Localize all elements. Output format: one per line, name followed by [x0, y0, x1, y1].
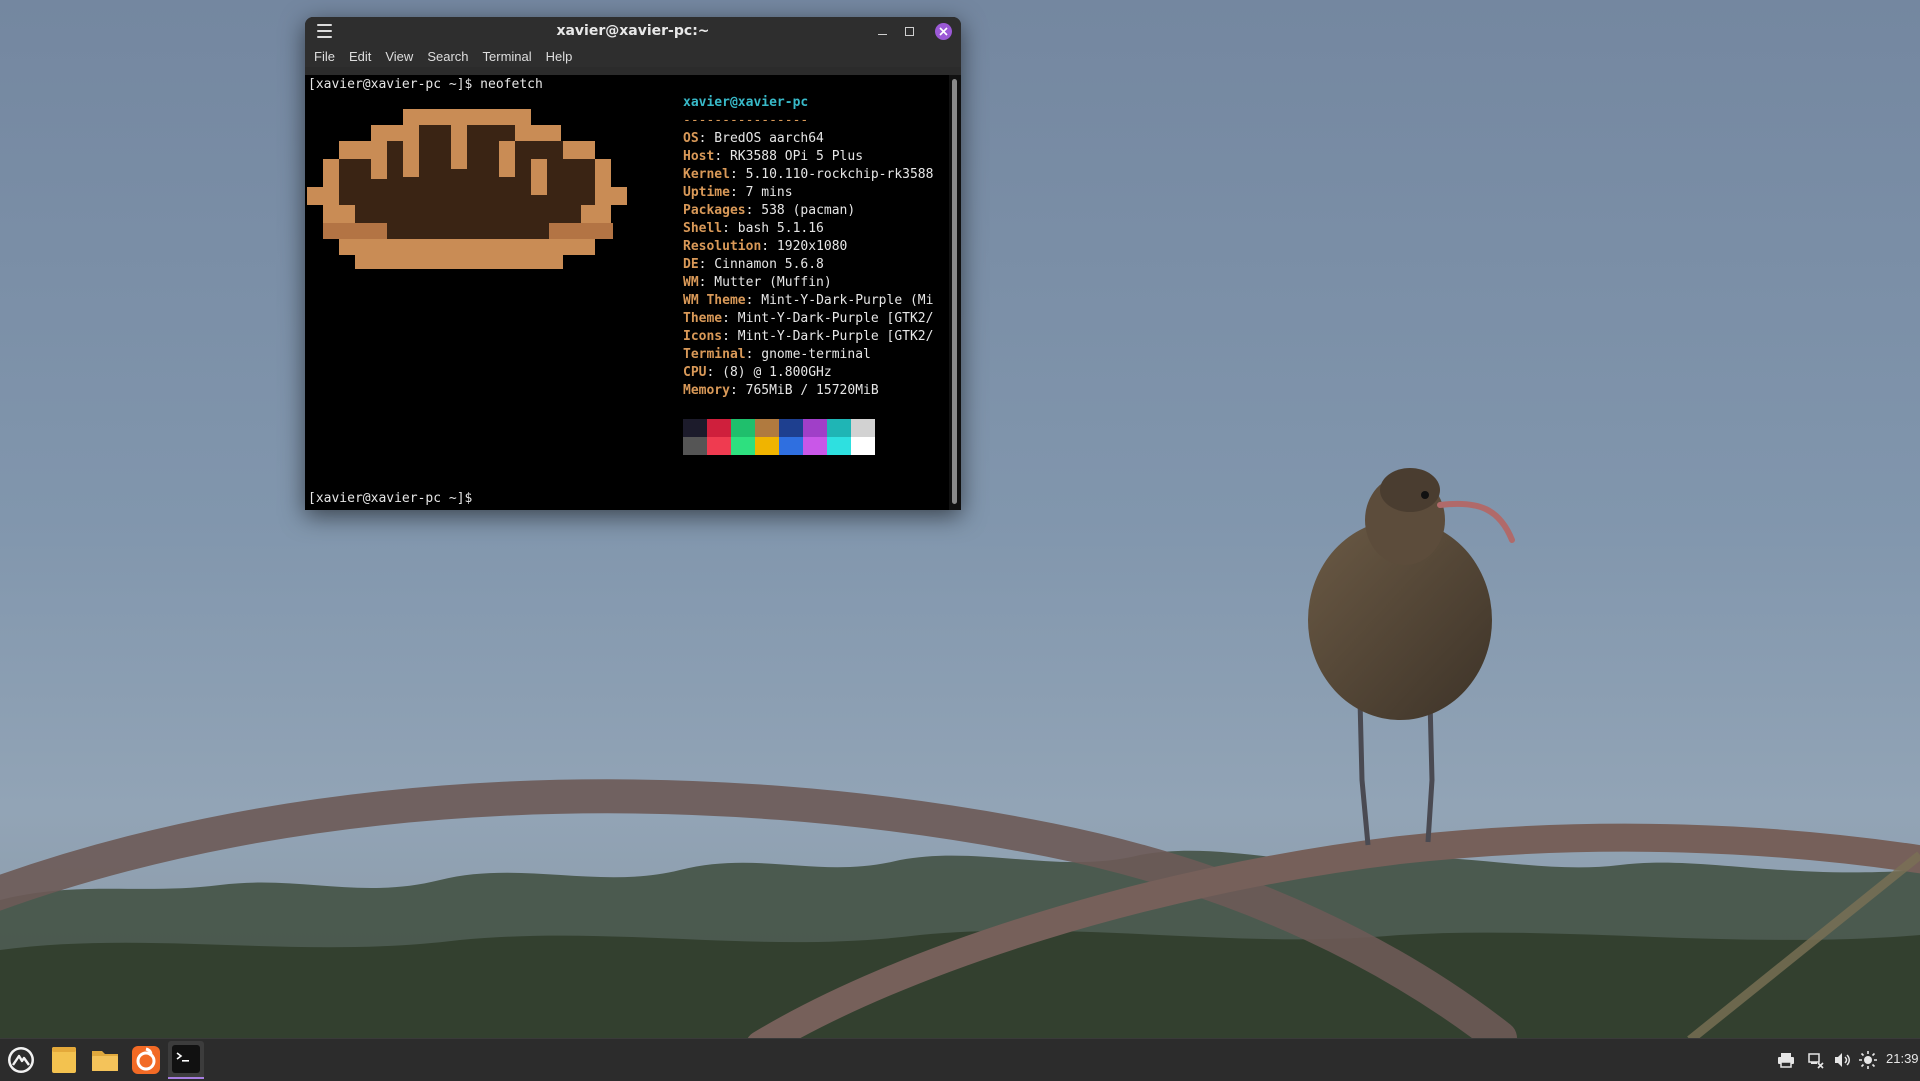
info-value: : Mint-Y-Dark-Purple [GTK2/ [722, 311, 934, 326]
info-value: : gnome-terminal [745, 347, 871, 362]
info-row-packages: Packages: 538 (pacman) [683, 202, 933, 220]
info-row-theme: Theme: Mint-Y-Dark-Purple [GTK2/ [683, 310, 933, 328]
info-value: : bash 5.1.16 [722, 221, 824, 236]
minimize-button[interactable] [874, 23, 891, 40]
bredos-logo-icon [307, 109, 627, 269]
menu-search[interactable]: Search [427, 49, 468, 64]
info-key: Uptime [683, 185, 730, 200]
color-palette [683, 419, 875, 455]
menu-file[interactable]: File [314, 49, 335, 64]
info-key: Shell [683, 221, 723, 236]
palette-swatch [851, 419, 875, 437]
info-key: Host [683, 149, 715, 164]
scrollbar-thumb[interactable] [952, 79, 957, 504]
palette-swatch [827, 419, 851, 437]
command-prompt-current[interactable]: [xavier@xavier-pc ~]$ [308, 490, 480, 508]
info-key: Terminal [683, 347, 746, 362]
info-row-cpu: CPU: (8) @ 1.800GHz [683, 364, 933, 382]
notes-app-icon[interactable] [48, 1044, 80, 1076]
palette-swatch [683, 437, 707, 455]
info-value: : 1920x1080 [761, 239, 848, 254]
palette-swatch [755, 437, 779, 455]
info-row-shell: Shell: bash 5.1.16 [683, 220, 933, 238]
info-value: : 765MiB / 15720MiB [729, 383, 879, 398]
start-menu-icon[interactable] [5, 1044, 37, 1076]
firefox-icon[interactable] [130, 1044, 162, 1076]
menu-view[interactable]: View [385, 49, 413, 64]
scrollbar[interactable] [949, 75, 961, 510]
info-value: : Mutter (Muffin) [698, 275, 832, 290]
folder-icon[interactable] [89, 1044, 121, 1076]
info-row-memory: Memory: 765MiB / 15720MiB [683, 382, 933, 400]
info-value: : (8) @ 1.800GHz [706, 365, 832, 380]
palette-swatch [707, 437, 731, 455]
menu-edit[interactable]: Edit [349, 49, 371, 64]
palette-swatch [851, 437, 875, 455]
menubar: File Edit View Search Terminal Help [305, 45, 961, 67]
terminal-window[interactable]: xavier@xavier-pc:~ File Edit View Search… [305, 17, 961, 510]
info-row-wm-theme: WM Theme: Mint-Y-Dark-Purple (Mi [683, 292, 933, 310]
info-value: : Mint-Y-Dark-Purple (Mi [745, 293, 934, 308]
info-row-host: Host: RK3588 OPi 5 Plus [683, 148, 933, 166]
palette-swatch [731, 437, 755, 455]
info-key: CPU [683, 365, 707, 380]
info-key: Resolution [683, 239, 762, 254]
command-prompt: [xavier@xavier-pc ~]$ neofetch [308, 77, 543, 92]
info-separator: ---------------- [683, 113, 809, 128]
palette-swatch [731, 419, 755, 437]
brightness-icon[interactable] [1858, 1050, 1878, 1070]
palette-swatch [803, 437, 827, 455]
info-row-terminal: Terminal: gnome-terminal [683, 346, 933, 364]
info-value: : BredOS aarch64 [698, 131, 824, 146]
info-row-icons: Icons: Mint-Y-Dark-Purple [GTK2/ [683, 328, 933, 346]
maximize-button[interactable] [901, 23, 918, 40]
palette-swatch [707, 419, 731, 437]
info-key: Theme [683, 311, 723, 326]
info-value: : RK3588 OPi 5 Plus [714, 149, 864, 164]
clock[interactable]: 21:39 [1886, 1051, 1919, 1066]
info-row-de: DE: Cinnamon 5.6.8 [683, 256, 933, 274]
info-value: : 7 mins [729, 185, 793, 200]
network-disconnected-icon[interactable] [1806, 1050, 1826, 1070]
info-key: DE [683, 257, 699, 272]
info-row-os: OS: BredOS aarch64 [683, 130, 933, 148]
palette-swatch [779, 419, 803, 437]
terminal-output[interactable]: [xavier@xavier-pc ~]$ neofetch xavier@xa… [305, 75, 949, 510]
volume-icon[interactable] [1832, 1050, 1852, 1070]
palette-row-normal [683, 419, 875, 437]
info-row-uptime: Uptime: 7 mins [683, 184, 933, 202]
info-key: Memory [683, 383, 730, 398]
info-value: : Mint-Y-Dark-Purple [GTK2/ [722, 329, 934, 344]
palette-swatch [683, 419, 707, 437]
system-info: xavier@xavier-pc ---------------- OS: Br… [683, 94, 933, 400]
palette-swatch [803, 419, 827, 437]
info-key: Packages [683, 203, 746, 218]
info-key: Icons [683, 329, 723, 344]
active-window-indicator [168, 1077, 204, 1079]
info-key: WM [683, 275, 699, 290]
user-host: xavier@xavier-pc [683, 95, 809, 110]
terminal-app-icon[interactable] [168, 1041, 204, 1079]
info-value: : 5.10.110-rockchip-rk3588 [729, 167, 934, 182]
info-value: : Cinnamon 5.6.8 [698, 257, 824, 272]
window-title: xavier@xavier-pc:~ [556, 23, 710, 39]
palette-swatch [755, 419, 779, 437]
close-icon [939, 27, 948, 36]
menu-terminal[interactable]: Terminal [483, 49, 532, 64]
taskbar: 21:39 [0, 1038, 1920, 1081]
palette-swatch [779, 437, 803, 455]
palette-swatch [827, 437, 851, 455]
info-key: OS [683, 131, 699, 146]
info-key: WM Theme [683, 293, 746, 308]
close-button[interactable] [935, 23, 952, 40]
menu-help[interactable]: Help [546, 49, 573, 64]
printer-icon[interactable] [1776, 1050, 1796, 1070]
info-row-resolution: Resolution: 1920x1080 [683, 238, 933, 256]
info-key: Kernel [683, 167, 730, 182]
info-row-wm: WM: Mutter (Muffin) [683, 274, 933, 292]
info-value: : 538 (pacman) [745, 203, 856, 218]
palette-row-bright [683, 437, 875, 455]
window-titlebar[interactable]: xavier@xavier-pc:~ [305, 17, 961, 45]
info-row-kernel: Kernel: 5.10.110-rockchip-rk3588 [683, 166, 933, 184]
